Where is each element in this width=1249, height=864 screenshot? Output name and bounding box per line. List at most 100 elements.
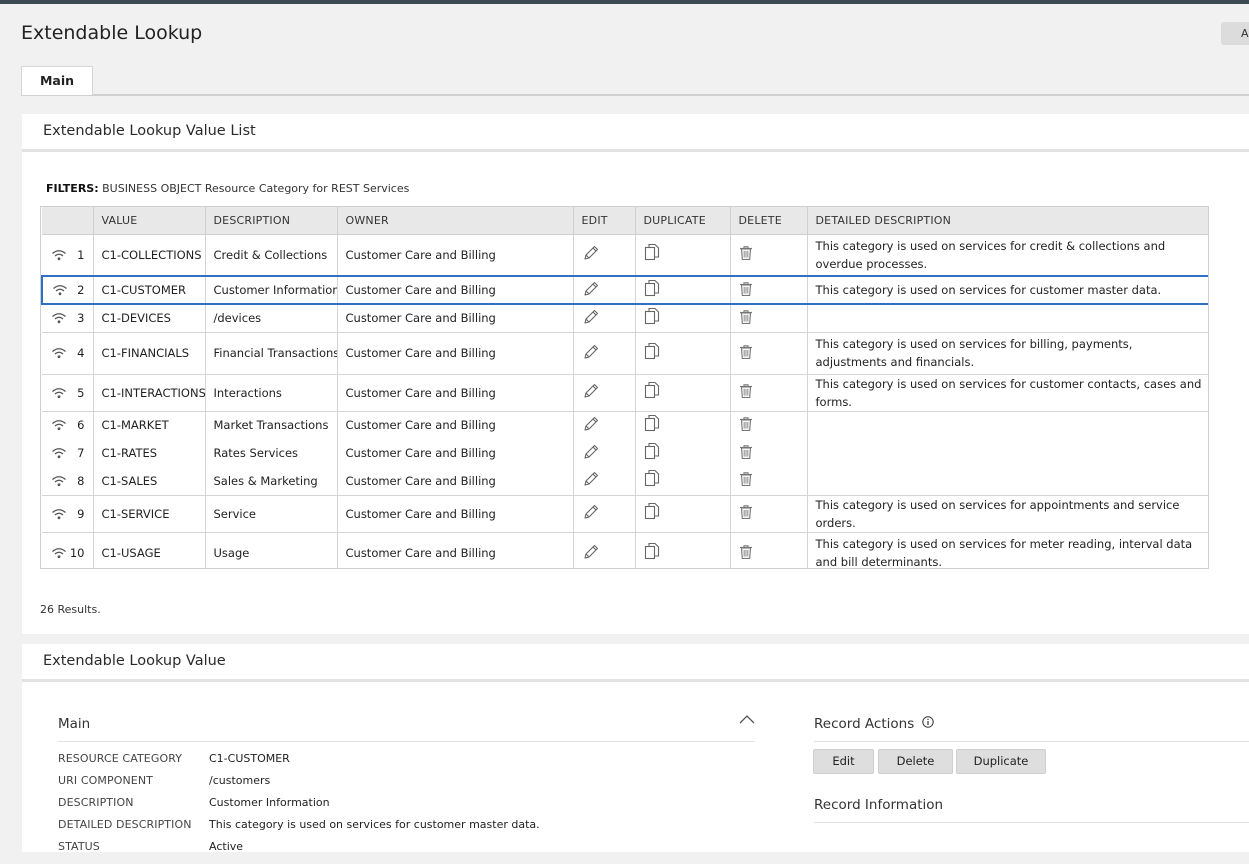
- copy-icon[interactable]: [644, 442, 660, 465]
- duplicate-cell: [635, 495, 731, 533]
- description-cell: Interactions: [205, 374, 338, 412]
- duplicate-cell: [635, 467, 731, 496]
- delete-cell: [730, 374, 808, 412]
- detailed-description-cell: [807, 439, 1208, 467]
- field-label: URI COMPONENT: [58, 774, 153, 787]
- edit-cell: [573, 332, 636, 375]
- pencil-icon[interactable]: [582, 443, 600, 464]
- trash-icon[interactable]: [739, 245, 753, 264]
- column-header-value[interactable]: VALUE: [93, 207, 206, 235]
- trash-icon[interactable]: [739, 416, 753, 435]
- pencil-icon[interactable]: [582, 280, 600, 301]
- value-cell[interactable]: C1-SERVICE: [93, 495, 206, 533]
- delete-cell: [730, 275, 808, 305]
- table-row[interactable]: 4 C1-FINANCIALS Financial Transactions Cust…: [42, 332, 1208, 375]
- row-number-cell: 9: [42, 495, 94, 533]
- pencil-icon[interactable]: [582, 308, 600, 329]
- field-label: DETAILED DESCRIPTION: [58, 818, 192, 831]
- table-row[interactable]: 2 C1-CUSTOMER Customer Information Customer…: [41, 275, 1208, 305]
- trash-icon[interactable]: [739, 544, 753, 563]
- value-cell[interactable]: C1-COLLECTIONS: [93, 234, 206, 277]
- row-number-cell: 7: [42, 439, 94, 467]
- delete-button[interactable]: Delete: [878, 749, 953, 774]
- delete-cell: [730, 532, 808, 568]
- value-cell[interactable]: C1-RATES: [93, 439, 206, 467]
- info-icon[interactable]: [921, 716, 934, 732]
- copy-icon[interactable]: [644, 502, 660, 525]
- value-detail-title: Extendable Lookup Value: [22, 644, 1249, 682]
- owner-cell: Customer Care and Billing: [337, 411, 574, 439]
- table-row[interactable]: 5 C1-INTERACTIONS Interactions Customer Car…: [42, 374, 1208, 412]
- copy-icon[interactable]: [644, 542, 660, 565]
- edit-cell: [573, 234, 636, 277]
- column-header-owner[interactable]: OWNER: [337, 207, 574, 235]
- detailed-description-cell: This category is used on services for bi…: [807, 332, 1208, 375]
- delete-cell: [730, 304, 808, 333]
- description-cell: Customer Information: [205, 275, 338, 305]
- duplicate-cell: [635, 304, 731, 333]
- edit-button[interactable]: Edit: [813, 749, 874, 774]
- description-cell: Rates Services: [205, 439, 338, 467]
- wifi-icon: [51, 419, 67, 434]
- tab-main[interactable]: Main: [21, 66, 93, 95]
- value-cell[interactable]: C1-CUSTOMER: [93, 275, 206, 305]
- value-cell[interactable]: C1-USAGE: [93, 532, 206, 568]
- copy-icon[interactable]: [644, 469, 660, 492]
- trash-icon[interactable]: [739, 309, 753, 328]
- trash-icon[interactable]: [739, 383, 753, 402]
- value-table: VALUE DESCRIPTION OWNER EDIT DUPLICATE D…: [41, 207, 1208, 568]
- trash-icon[interactable]: [739, 344, 753, 363]
- delete-cell: [730, 411, 808, 439]
- column-header-description[interactable]: DESCRIPTION: [205, 207, 338, 235]
- pencil-icon[interactable]: [582, 470, 600, 491]
- pencil-icon[interactable]: [582, 503, 600, 524]
- chevron-up-icon[interactable]: [738, 710, 756, 729]
- value-list-title: Extendable Lookup Value List: [22, 114, 1249, 152]
- description-cell: Market Transactions: [205, 411, 338, 439]
- table-header-row: VALUE DESCRIPTION OWNER EDIT DUPLICATE D…: [42, 207, 1208, 235]
- trash-icon[interactable]: [739, 471, 753, 490]
- pencil-icon[interactable]: [582, 415, 600, 436]
- detailed-description-cell: This category is used on services for ap…: [807, 495, 1208, 533]
- trash-icon[interactable]: [739, 281, 753, 300]
- owner-cell: Customer Care and Billing: [337, 304, 574, 333]
- pencil-icon[interactable]: [582, 543, 600, 564]
- table-row[interactable]: 10 C1-USAGE Usage Customer Care and Billing…: [42, 532, 1208, 568]
- table-row[interactable]: 1 C1-COLLECTIONS Credit & Collections Custo…: [42, 234, 1208, 277]
- column-header-detailed-description[interactable]: DETAILED DESCRIPTION: [807, 207, 1208, 235]
- edit-cell: [573, 532, 636, 568]
- copy-icon[interactable]: [644, 414, 660, 437]
- record-actions-title: Record Actions: [814, 716, 915, 732]
- wifi-icon: [51, 249, 67, 264]
- top-action-button[interactable]: A: [1221, 22, 1249, 45]
- value-cell[interactable]: C1-INTERACTIONS: [93, 374, 206, 412]
- value-grid[interactable]: VALUE DESCRIPTION OWNER EDIT DUPLICATE D…: [40, 206, 1209, 569]
- value-detail-panel: Extendable Lookup Value Main RESOURCE CA…: [22, 644, 1249, 853]
- copy-icon[interactable]: [644, 342, 660, 365]
- table-row[interactable]: 7 C1-RATES Rates Services Customer Care and…: [42, 439, 1208, 467]
- pencil-icon[interactable]: [582, 343, 600, 364]
- duplicate-button[interactable]: Duplicate: [956, 749, 1046, 774]
- value-cell[interactable]: C1-MARKET: [93, 411, 206, 439]
- pencil-icon[interactable]: [582, 382, 600, 403]
- table-row[interactable]: 8 C1-SALES Sales & Marketing Customer Care …: [42, 467, 1208, 496]
- detailed-description-cell: This category is used on services for cu…: [807, 275, 1208, 305]
- copy-icon[interactable]: [644, 279, 660, 302]
- copy-icon[interactable]: [644, 243, 660, 266]
- field-value: Customer Information: [209, 796, 330, 809]
- row-number: 6: [77, 418, 85, 433]
- table-row[interactable]: 3 C1-DEVICES/devices Customer Care and Bil…: [42, 304, 1208, 333]
- duplicate-cell: [635, 532, 731, 568]
- value-cell[interactable]: C1-SALES: [93, 467, 206, 496]
- trash-icon[interactable]: [739, 444, 753, 463]
- value-cell[interactable]: C1-DEVICES: [93, 304, 206, 333]
- trash-icon[interactable]: [739, 504, 753, 523]
- pencil-icon[interactable]: [582, 244, 600, 265]
- copy-icon[interactable]: [644, 381, 660, 404]
- table-row[interactable]: 9 C1-SERVICE Service Customer Care and Bill…: [42, 495, 1208, 533]
- description-cell: Usage: [205, 532, 338, 568]
- detailed-description-cell: [807, 304, 1208, 333]
- copy-icon[interactable]: [644, 307, 660, 330]
- table-row[interactable]: 6 C1-MARKET Market Transactions Customer Ca…: [42, 411, 1208, 439]
- value-cell[interactable]: C1-FINANCIALS: [93, 332, 206, 375]
